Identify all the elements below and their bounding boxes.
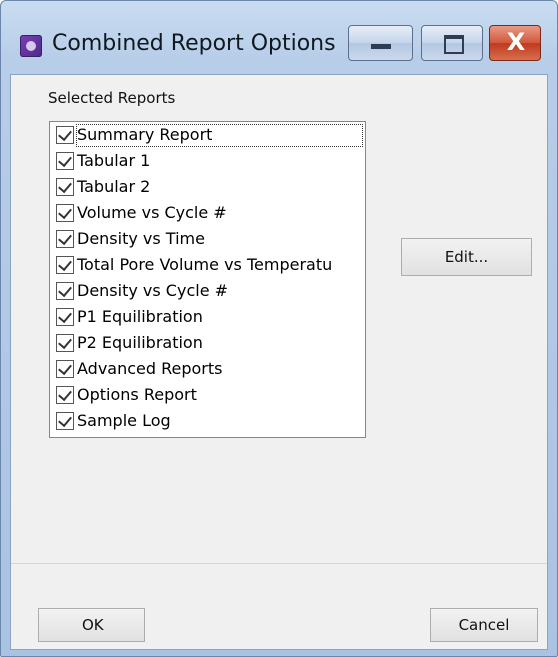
list-item-label: P1 Equilibration	[77, 307, 203, 326]
maximize-button[interactable]	[421, 25, 483, 61]
checkbox[interactable]	[56, 334, 74, 352]
checkbox[interactable]	[56, 282, 74, 300]
close-button[interactable]: X	[489, 25, 541, 61]
checkbox[interactable]	[56, 360, 74, 378]
selected-reports-label: Selected Reports	[48, 89, 176, 107]
list-item-label: Volume vs Cycle #	[77, 203, 227, 222]
list-item[interactable]: Density vs Time	[50, 227, 365, 253]
minimize-button[interactable]	[348, 25, 413, 61]
list-item-label: Density vs Cycle #	[77, 281, 229, 300]
edit-button[interactable]: Edit...	[401, 238, 532, 276]
list-item-label: Advanced Reports	[77, 359, 223, 378]
divider	[11, 563, 547, 564]
checkbox[interactable]	[56, 386, 74, 404]
list-item[interactable]: Tabular 1	[50, 149, 365, 175]
reports-list[interactable]: Summary Report Tabular 1 Tabular 2 Volum…	[49, 121, 366, 438]
maximize-icon	[444, 35, 464, 54]
window-title: Combined Report Options	[52, 31, 336, 56]
checkbox[interactable]	[56, 308, 74, 326]
list-item[interactable]: P1 Equilibration	[50, 305, 365, 331]
checkbox[interactable]	[56, 256, 74, 274]
dialog-body: Selected Reports Summary Report Tabular …	[10, 74, 548, 650]
checkbox[interactable]	[56, 412, 74, 430]
ok-button[interactable]: OK	[38, 608, 145, 642]
list-item-label: Options Report	[77, 385, 197, 404]
cancel-button[interactable]: Cancel	[430, 608, 538, 642]
list-item[interactable]: P2 Equilibration	[50, 331, 365, 357]
list-item[interactable]: Tabular 2	[50, 175, 365, 201]
list-item[interactable]: Volume vs Cycle #	[50, 201, 365, 227]
list-item-label: Total Pore Volume vs Temperatu	[77, 255, 333, 274]
checkbox[interactable]	[56, 230, 74, 248]
list-item-label: Sample Log	[77, 411, 171, 430]
list-item[interactable]: Sample Log	[50, 409, 365, 435]
list-item-label: Tabular 2	[77, 177, 151, 196]
list-item-label: P2 Equilibration	[77, 333, 203, 352]
list-item-label: Tabular 1	[77, 151, 151, 170]
dialog-window: Combined Report Options X Selected Repor…	[0, 0, 558, 657]
list-item[interactable]: Summary Report	[50, 123, 365, 149]
list-item[interactable]: Total Pore Volume vs Temperatu	[50, 253, 365, 279]
checkbox[interactable]	[56, 204, 74, 222]
list-item[interactable]: Density vs Cycle #	[50, 279, 365, 305]
title-bar[interactable]: Combined Report Options X	[1, 1, 557, 63]
list-item[interactable]: Advanced Reports	[50, 357, 365, 383]
checkbox[interactable]	[56, 126, 74, 144]
list-item[interactable]: Options Report	[50, 383, 365, 409]
close-icon: X	[506, 28, 526, 56]
list-item-label: Density vs Time	[77, 229, 205, 248]
list-item-label: Summary Report	[77, 125, 213, 144]
checkbox[interactable]	[56, 152, 74, 170]
checkbox[interactable]	[56, 178, 74, 196]
minimize-icon	[371, 44, 391, 49]
app-icon	[20, 35, 42, 57]
